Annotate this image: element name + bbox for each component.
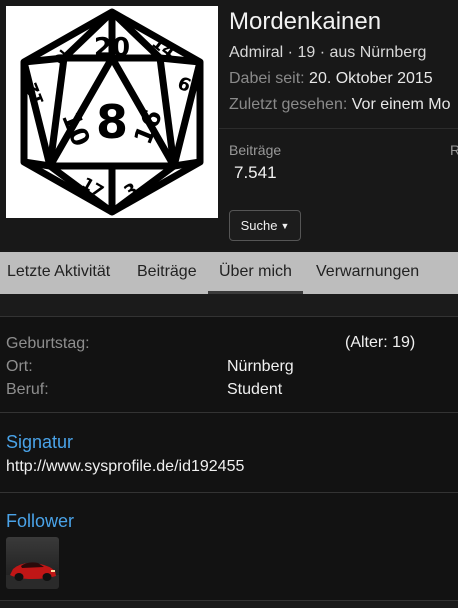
posts-stat-value[interactable]: 7.541 xyxy=(234,163,277,183)
birthday-label: Geburtstag: xyxy=(6,335,90,352)
avatar-number: 20 xyxy=(94,33,130,63)
signature-link[interactable]: http://www.sysprofile.de/id192455 xyxy=(6,458,244,476)
occupation-label: Beruf: xyxy=(6,381,49,398)
tab-about[interactable]: Über mich xyxy=(208,252,303,294)
followers-title[interactable]: Follower xyxy=(6,511,74,532)
profile-tabs: Letzte Aktivität Beiträge Über mich Verw… xyxy=(0,252,458,294)
birthday-age: (Alter: 19) xyxy=(345,334,416,351)
last-seen-label: Zuletzt gesehen: xyxy=(229,96,348,113)
joined-value: 20. Oktober 2015 xyxy=(309,70,433,87)
d20-dice-icon: 20 8 14 6 16 3 17 10 12 2 xyxy=(20,8,204,216)
search-button-label: Suche xyxy=(240,218,278,233)
tab-recent-activity[interactable]: Letzte Aktivität xyxy=(7,252,110,294)
next-stat-label: R xyxy=(450,142,458,158)
occupation-value: Student xyxy=(227,381,283,398)
location-label: Ort: xyxy=(6,358,33,375)
location-value: Nürnberg xyxy=(227,358,294,375)
joined-label: Dabei seit: xyxy=(229,70,305,87)
last-seen-value: Vor einem Mo xyxy=(351,96,451,113)
red-car-image xyxy=(6,537,59,589)
header-divider xyxy=(219,128,458,129)
section-divider xyxy=(0,412,458,413)
last-seen-line: Zuletzt gesehen: Vor einem Mo xyxy=(229,96,450,114)
tab-posts[interactable]: Beiträge xyxy=(137,252,197,294)
tab-warnings[interactable]: Verwarnungen xyxy=(316,252,419,294)
section-divider xyxy=(0,492,458,493)
posts-stat-label: Beiträge xyxy=(229,142,282,158)
profile-meta: Admiral · 19 · aus Nürnberg xyxy=(229,44,427,61)
caret-down-icon: ▼ xyxy=(280,220,290,231)
avatar-number: 8 xyxy=(96,95,128,149)
search-button[interactable]: Suche ▼ xyxy=(229,210,301,241)
profile-username: Mordenkainen xyxy=(229,8,382,35)
avatar[interactable]: 20 8 14 6 16 3 17 10 12 2 xyxy=(6,6,218,218)
signature-title[interactable]: Signatur xyxy=(6,432,73,453)
joined-line: Dabei seit: 20. Oktober 2015 xyxy=(229,70,433,88)
tab-content-band xyxy=(0,294,458,317)
follower-avatar[interactable] xyxy=(6,537,59,589)
